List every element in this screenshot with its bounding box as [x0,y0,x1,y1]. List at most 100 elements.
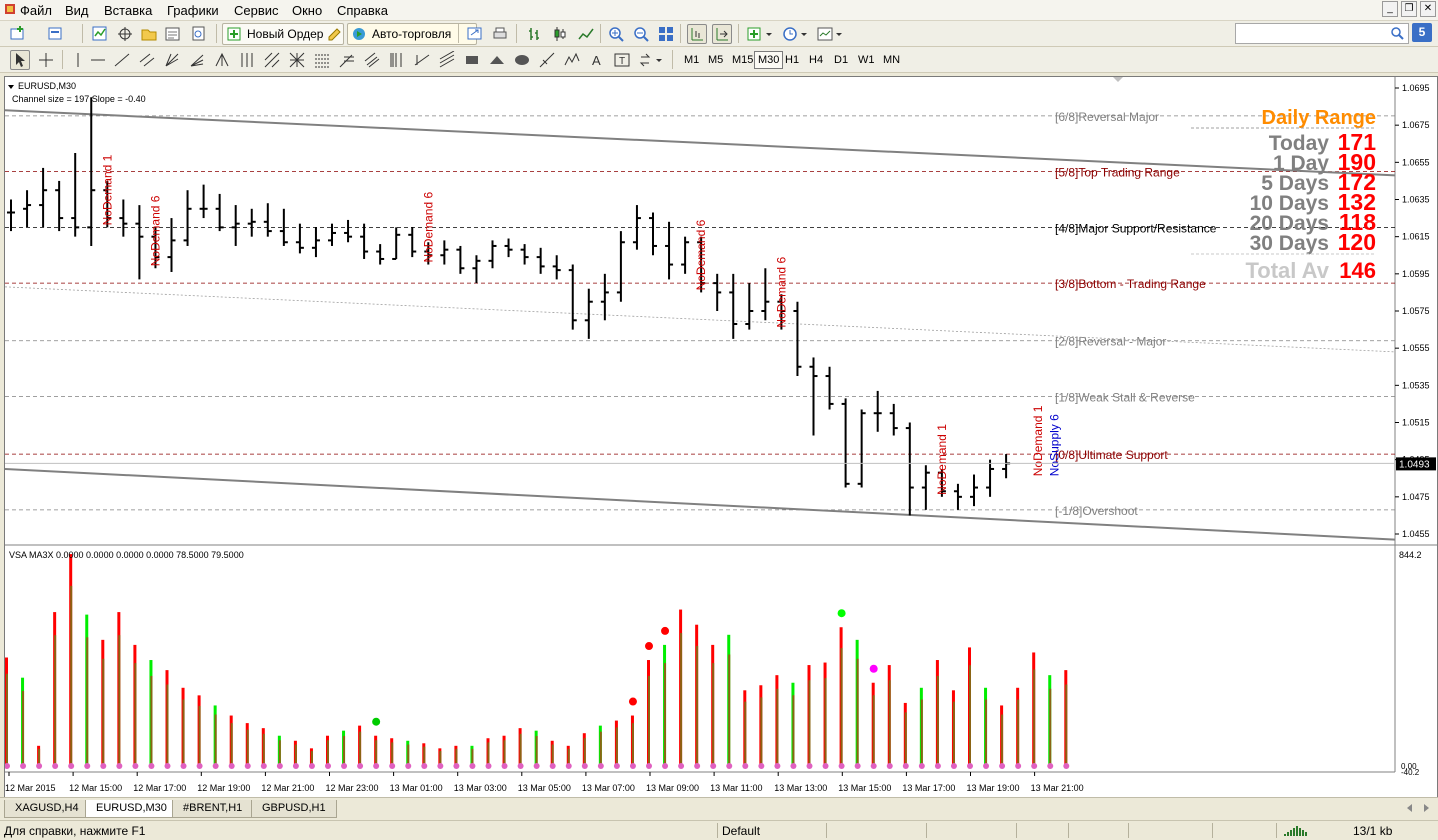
equidistant-channel-icon[interactable] [137,50,157,70]
volume-base-dot [581,763,588,769]
tabs-scroll-left-icon[interactable] [1404,803,1416,813]
horizontal-line-icon[interactable] [88,50,108,70]
timeframe-mn[interactable]: MN [879,51,904,69]
fibo-arcs-2-icon[interactable] [537,50,557,70]
price-tick-label: 1.0555 [1402,343,1430,353]
timeframe-h1[interactable]: H1 [781,51,803,69]
menu-window[interactable]: Окно [292,3,322,18]
regression-channel-icon[interactable] [437,50,457,70]
templates-menu-icon[interactable] [815,24,847,44]
text-label-icon[interactable]: T [612,50,632,70]
triangle-icon[interactable] [487,50,507,70]
strategy-tester-icon[interactable] [189,24,209,44]
menu-charts[interactable]: Графики [167,3,219,18]
bar-chart-icon[interactable] [525,24,545,44]
menu-file[interactable]: Файл [20,3,52,18]
chart-window[interactable]: [6/8]Reversal Major [5/8]Top Trading Rang… [4,76,1438,799]
fibo-retracement-icon[interactable] [312,50,332,70]
chart-shift-icon[interactable] [687,24,707,44]
timeframe-m15[interactable]: M15 [728,51,757,69]
menu-tools[interactable]: Сервис [234,3,279,18]
volume-bar [967,647,973,769]
rectangle-icon[interactable] [462,50,482,70]
fibo-timezones-icon[interactable] [387,50,407,70]
cursor-icon[interactable] [10,50,30,70]
menu-insert[interactable]: Вставка [104,3,152,18]
volume-bar-body [6,673,8,766]
fibo-channel-icon[interactable] [362,50,382,70]
volume-bar-body [728,654,731,766]
search-icon[interactable] [1390,26,1404,40]
timeframe-w1[interactable]: W1 [854,51,879,69]
vsa-signal-dot [628,697,637,706]
tabs-scroll-right-icon[interactable] [1420,803,1432,813]
tile-windows-icon[interactable] [656,24,676,44]
timeframe-d1[interactable]: D1 [830,51,852,69]
volume-bar [645,642,653,769]
chart-menu-triangle-icon[interactable] [8,85,14,89]
timeframe-m5[interactable]: M5 [704,51,727,69]
menu-help[interactable]: Справка [337,3,388,18]
volume-bar-body [856,658,859,766]
terminal-icon[interactable] [163,24,183,44]
trendline-icon[interactable] [112,50,132,70]
indicators-menu-icon[interactable] [745,24,777,44]
time-tick-label: 13 Mar 19:00 [967,783,1020,793]
print-icon[interactable] [490,24,510,44]
andrews-pitchfork-icon[interactable] [212,50,232,70]
search-input[interactable] [1235,23,1409,44]
new-chart-icon[interactable] [8,24,28,44]
elliott-wave-icon[interactable] [562,50,582,70]
ellipse-icon[interactable] [512,50,532,70]
minimize-icon[interactable]: _ [1382,1,1398,17]
periods-menu-icon[interactable] [780,24,812,44]
tab-brent[interactable]: #BRENT,H1 [172,800,254,818]
price-tick-label: 1.0615 [1402,232,1430,242]
drawing-toolbar: A T M1 M5 M15 M30 H1 H4 D1 W1 MN [0,47,1438,73]
volume-base-dot [902,763,909,769]
vertical-line-icon[interactable] [68,50,88,70]
time-tick-label: 13 Mar 01:00 [390,783,443,793]
timeframe-m1[interactable]: M1 [680,51,703,69]
price-chart-svg[interactable]: [6/8]Reversal Major [5/8]Top Trading Rang… [5,77,1437,798]
volume-bar-body [230,723,233,766]
market-watch-icon[interactable] [90,24,110,44]
restore-icon[interactable]: ❐ [1401,1,1417,17]
fibo-fan-icon[interactable] [187,50,207,70]
gann-grid-icon[interactable] [262,50,282,70]
ohlc-bar [504,238,513,258]
meta-editor-icon[interactable] [325,24,345,44]
text-icon[interactable]: A [587,50,607,70]
tab-xagusd[interactable]: XAGUSD,H4 [4,800,90,818]
volume-bar [244,723,251,769]
tab-gbpusd[interactable]: GBPUSD,H1 [251,800,337,818]
tab-eurusd[interactable]: EURUSD,M30 [85,800,178,818]
arrows-menu-icon[interactable] [637,50,667,70]
zoom-in-icon[interactable] [606,24,626,44]
close-icon[interactable]: ✕ [1420,1,1436,17]
candle-chart-icon[interactable] [550,24,570,44]
auto-scroll-icon[interactable] [712,24,732,44]
data-window-icon[interactable] [115,24,135,44]
line-chart-icon[interactable] [576,24,596,44]
volume-bar-body [375,740,378,766]
navigator-icon[interactable] [139,24,159,44]
fibo-arcs-icon[interactable] [412,50,432,70]
volume-bar [84,614,91,769]
crosshair-icon[interactable] [36,50,56,70]
menu-view[interactable]: Вид [65,3,89,18]
fullscreen-icon[interactable] [465,24,485,44]
gann-fan-icon[interactable] [162,50,182,70]
volume-bar [325,735,331,769]
fibo-expansion-icon[interactable] [337,50,357,70]
chart-shift-marker-icon[interactable] [1113,77,1123,82]
volume-bar-body [54,635,57,766]
community-badge[interactable]: 5 [1412,23,1432,42]
timeframe-h4[interactable]: H4 [805,51,827,69]
cycle-lines-icon[interactable] [237,50,257,70]
profiles-icon[interactable] [46,24,66,44]
timeframe-m30[interactable]: M30 [754,51,784,69]
volume-bar [132,644,139,769]
zoom-out-icon[interactable] [631,24,651,44]
grid-icon[interactable] [287,50,307,70]
